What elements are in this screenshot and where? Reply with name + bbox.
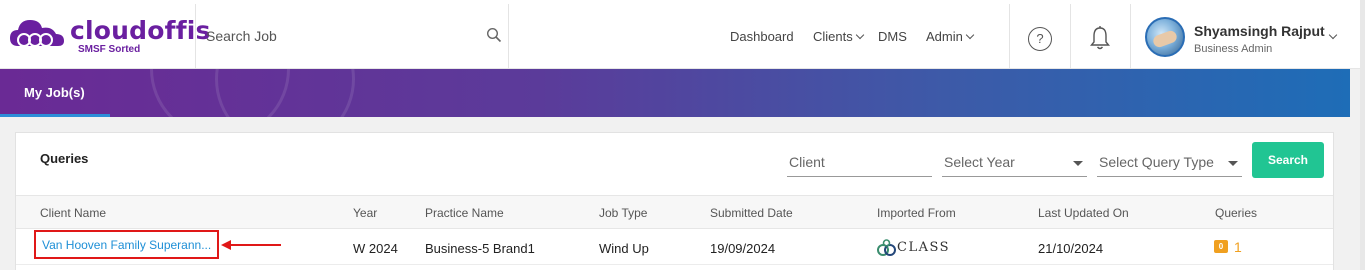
chevron-down-icon[interactable] xyxy=(1328,30,1338,40)
arrow-left-icon xyxy=(221,240,281,250)
column-header[interactable]: Job Type xyxy=(599,206,647,220)
imported-from-text: CLASS xyxy=(897,240,951,255)
job-type-cell: Wind Up xyxy=(599,241,649,256)
column-header[interactable]: Imported From xyxy=(877,206,956,220)
nav-dms[interactable]: DMS xyxy=(878,29,907,44)
column-header[interactable]: Last Updated On xyxy=(1038,206,1129,220)
card-title: Queries xyxy=(40,151,89,166)
chevron-down-icon xyxy=(965,30,975,40)
class-logo: CLASS xyxy=(877,238,957,258)
search-button[interactable]: Search xyxy=(1252,142,1324,178)
last-updated-cell: 21/10/2024 xyxy=(1038,241,1104,256)
page-scrollbar[interactable] xyxy=(1360,0,1365,270)
divider xyxy=(1130,4,1131,69)
nav-dashboard[interactable]: Dashboard xyxy=(730,29,794,44)
caret-down-icon xyxy=(1073,161,1083,166)
decorative-ring xyxy=(215,69,355,117)
table-row[interactable]: Van Hooven Family Superann... W 2024 Bus… xyxy=(16,229,1333,265)
caret-down-icon xyxy=(1228,161,1238,166)
brand-logo[interactable]: cloudoffis SMSF Sorted xyxy=(8,16,210,58)
nav-clients[interactable]: Clients xyxy=(813,29,864,44)
column-header[interactable]: Queries xyxy=(1215,206,1257,220)
query-badge[interactable]: 0 xyxy=(1214,240,1228,253)
active-tab-indicator xyxy=(0,114,110,117)
divider xyxy=(508,4,509,69)
tab-label: My Job(s) xyxy=(24,85,85,100)
submitted-date-cell: 19/09/2024 xyxy=(710,241,776,256)
table-header: Client Name Year Practice Name Job Type … xyxy=(16,195,1333,229)
column-header[interactable]: Submitted Date xyxy=(710,206,793,220)
tab-my-jobs[interactable]: My Job(s) xyxy=(0,69,110,117)
help-icon[interactable]: ? xyxy=(1028,27,1052,51)
divider xyxy=(195,4,196,69)
bell-icon[interactable] xyxy=(1089,25,1111,51)
query-count[interactable]: 1 xyxy=(1234,239,1242,255)
client-name-link[interactable]: Van Hooven Family Superann... xyxy=(34,230,219,259)
practice-name-cell: Business-5 Brand1 xyxy=(425,241,535,256)
brand-name: cloudoffis xyxy=(70,16,211,45)
column-header[interactable]: Year xyxy=(353,206,377,220)
year-select[interactable]: Select Year xyxy=(942,149,1087,177)
divider xyxy=(1070,4,1071,69)
divider xyxy=(1009,4,1010,69)
cloud-rings-icon xyxy=(10,20,64,47)
avatar[interactable] xyxy=(1145,17,1185,57)
top-header: cloudoffis SMSF Sorted Dashboard Clients… xyxy=(0,0,1360,69)
client-filter-input[interactable]: Client xyxy=(787,149,932,177)
year-cell: W 2024 xyxy=(353,241,398,256)
column-header[interactable]: Practice Name xyxy=(425,206,504,220)
column-header[interactable]: Client Name xyxy=(40,206,106,220)
search-input[interactable] xyxy=(197,18,477,54)
user-name[interactable]: Shyamsingh Rajput xyxy=(1194,23,1325,39)
class-logo-icon xyxy=(877,239,896,256)
avatar-image xyxy=(1151,29,1179,49)
page: cloudoffis SMSF Sorted Dashboard Clients… xyxy=(0,0,1365,270)
queries-card: Queries Client Select Year Select Query … xyxy=(15,132,1334,270)
chevron-down-icon xyxy=(855,30,864,40)
search-icon[interactable] xyxy=(486,27,502,43)
job-search xyxy=(197,18,507,54)
brand-tagline: SMSF Sorted xyxy=(78,44,141,55)
nav-admin[interactable]: Admin xyxy=(926,29,975,44)
user-role: Business Admin xyxy=(1194,43,1273,55)
tab-banner: My Job(s) xyxy=(0,69,1350,117)
query-type-select[interactable]: Select Query Type xyxy=(1097,149,1242,177)
